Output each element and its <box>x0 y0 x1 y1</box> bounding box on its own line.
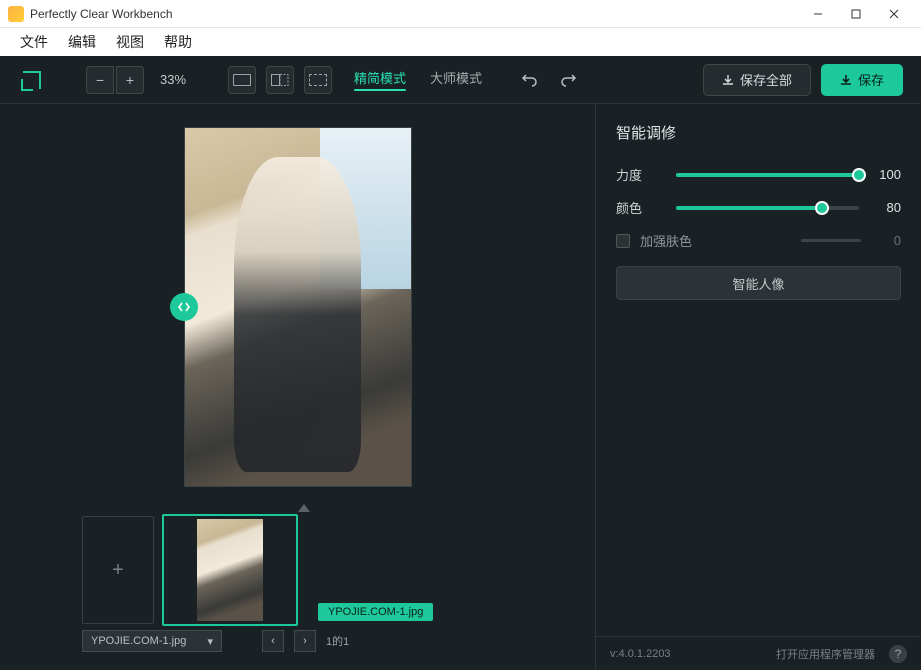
compare-handle[interactable] <box>170 293 198 321</box>
enhance-skin-checkbox[interactable] <box>616 234 630 248</box>
titlebar: Perfectly Clear Workbench <box>0 0 921 28</box>
menu-file[interactable]: 文件 <box>12 30 56 54</box>
menu-view[interactable]: 视图 <box>108 30 152 54</box>
photo-preview <box>184 127 412 487</box>
crop-button[interactable] <box>304 66 332 94</box>
window-title: Perfectly Clear Workbench <box>30 7 799 21</box>
add-image-button[interactable]: + <box>82 516 154 624</box>
save-all-button[interactable]: 保存全部 <box>703 64 811 96</box>
strength-label: 力度 <box>616 165 664 184</box>
smart-portrait-button[interactable]: 智能人像 <box>616 266 901 300</box>
logo-icon[interactable] <box>18 66 46 94</box>
app-body: − + 33% 精简模式 大师模式 保存全部 保存 <box>0 56 921 670</box>
strength-slider[interactable] <box>676 173 859 177</box>
slider-thumb[interactable] <box>852 168 866 182</box>
close-button[interactable] <box>875 1 913 27</box>
next-image-button[interactable]: › <box>294 630 316 652</box>
enhance-skin-label: 加强肤色 <box>640 231 791 250</box>
strength-slider-row: 力度 100 <box>616 165 901 184</box>
thumbnail-filename: YPOJIE.COM-1.jpg <box>318 603 433 621</box>
color-value: 80 <box>871 200 901 215</box>
mode-master[interactable]: 大师模式 <box>424 64 488 95</box>
tray-pointer-icon <box>298 504 310 512</box>
enhance-skin-value: 0 <box>871 233 901 248</box>
color-label: 颜色 <box>616 198 664 217</box>
compare-view-button[interactable] <box>266 66 294 94</box>
save-button[interactable]: 保存 <box>821 64 903 96</box>
zoom-level: 33% <box>160 72 186 87</box>
fit-screen-button[interactable] <box>228 66 256 94</box>
download-icon <box>722 74 734 86</box>
slider-thumb[interactable] <box>815 201 829 215</box>
color-slider[interactable] <box>676 206 859 210</box>
chevron-down-icon: ▾ <box>207 635 213 648</box>
adjust-panel: 智能调修 力度 100 颜色 80 <box>596 104 921 318</box>
zoom-group: − + <box>86 66 144 94</box>
zoom-out-button[interactable]: − <box>86 66 114 94</box>
app-icon <box>8 6 24 22</box>
enhance-skin-slider-disabled <box>801 239 861 242</box>
thumbnail-selected[interactable] <box>162 514 298 626</box>
statusbar: v:4.0.1.2203 打开应用程序管理器 ? <box>596 636 921 670</box>
menubar: 文件 编辑 视图 帮助 <box>0 28 921 56</box>
zoom-in-button[interactable]: + <box>116 66 144 94</box>
undo-button[interactable] <box>516 66 544 94</box>
mode-simple[interactable]: 精简模式 <box>348 64 412 95</box>
mode-tabs: 精简模式 大师模式 <box>348 64 488 95</box>
strength-value: 100 <box>871 167 901 182</box>
color-slider-row: 颜色 80 <box>616 198 901 217</box>
canvas[interactable] <box>0 104 595 510</box>
minimize-button[interactable] <box>799 1 837 27</box>
main-area: + YPOJIE.COM-1.jpg YPOJIE.COM-1.jpg ▾ ‹ … <box>0 104 921 670</box>
redo-button[interactable] <box>554 66 582 94</box>
file-dropdown[interactable]: YPOJIE.COM-1.jpg ▾ <box>82 630 222 652</box>
page-info: 1的1 <box>326 633 349 649</box>
filmstrip: + YPOJIE.COM-1.jpg YPOJIE.COM-1.jpg ▾ ‹ … <box>0 510 595 670</box>
enhance-skin-row: 加强肤色 0 <box>616 231 901 250</box>
toolbar: − + 33% 精简模式 大师模式 保存全部 保存 <box>0 56 921 104</box>
panel-title: 智能调修 <box>616 122 901 143</box>
open-app-manager-link[interactable]: 打开应用程序管理器 <box>776 646 875 662</box>
canvas-area: + YPOJIE.COM-1.jpg YPOJIE.COM-1.jpg ▾ ‹ … <box>0 104 595 670</box>
menu-edit[interactable]: 编辑 <box>60 30 104 54</box>
sidebar: 智能调修 力度 100 颜色 80 <box>595 104 921 670</box>
download-icon <box>840 74 852 86</box>
menu-help[interactable]: 帮助 <box>156 30 200 54</box>
version-text: v:4.0.1.2203 <box>610 648 671 660</box>
help-icon[interactable]: ? <box>889 645 907 663</box>
prev-image-button[interactable]: ‹ <box>262 630 284 652</box>
maximize-button[interactable] <box>837 1 875 27</box>
